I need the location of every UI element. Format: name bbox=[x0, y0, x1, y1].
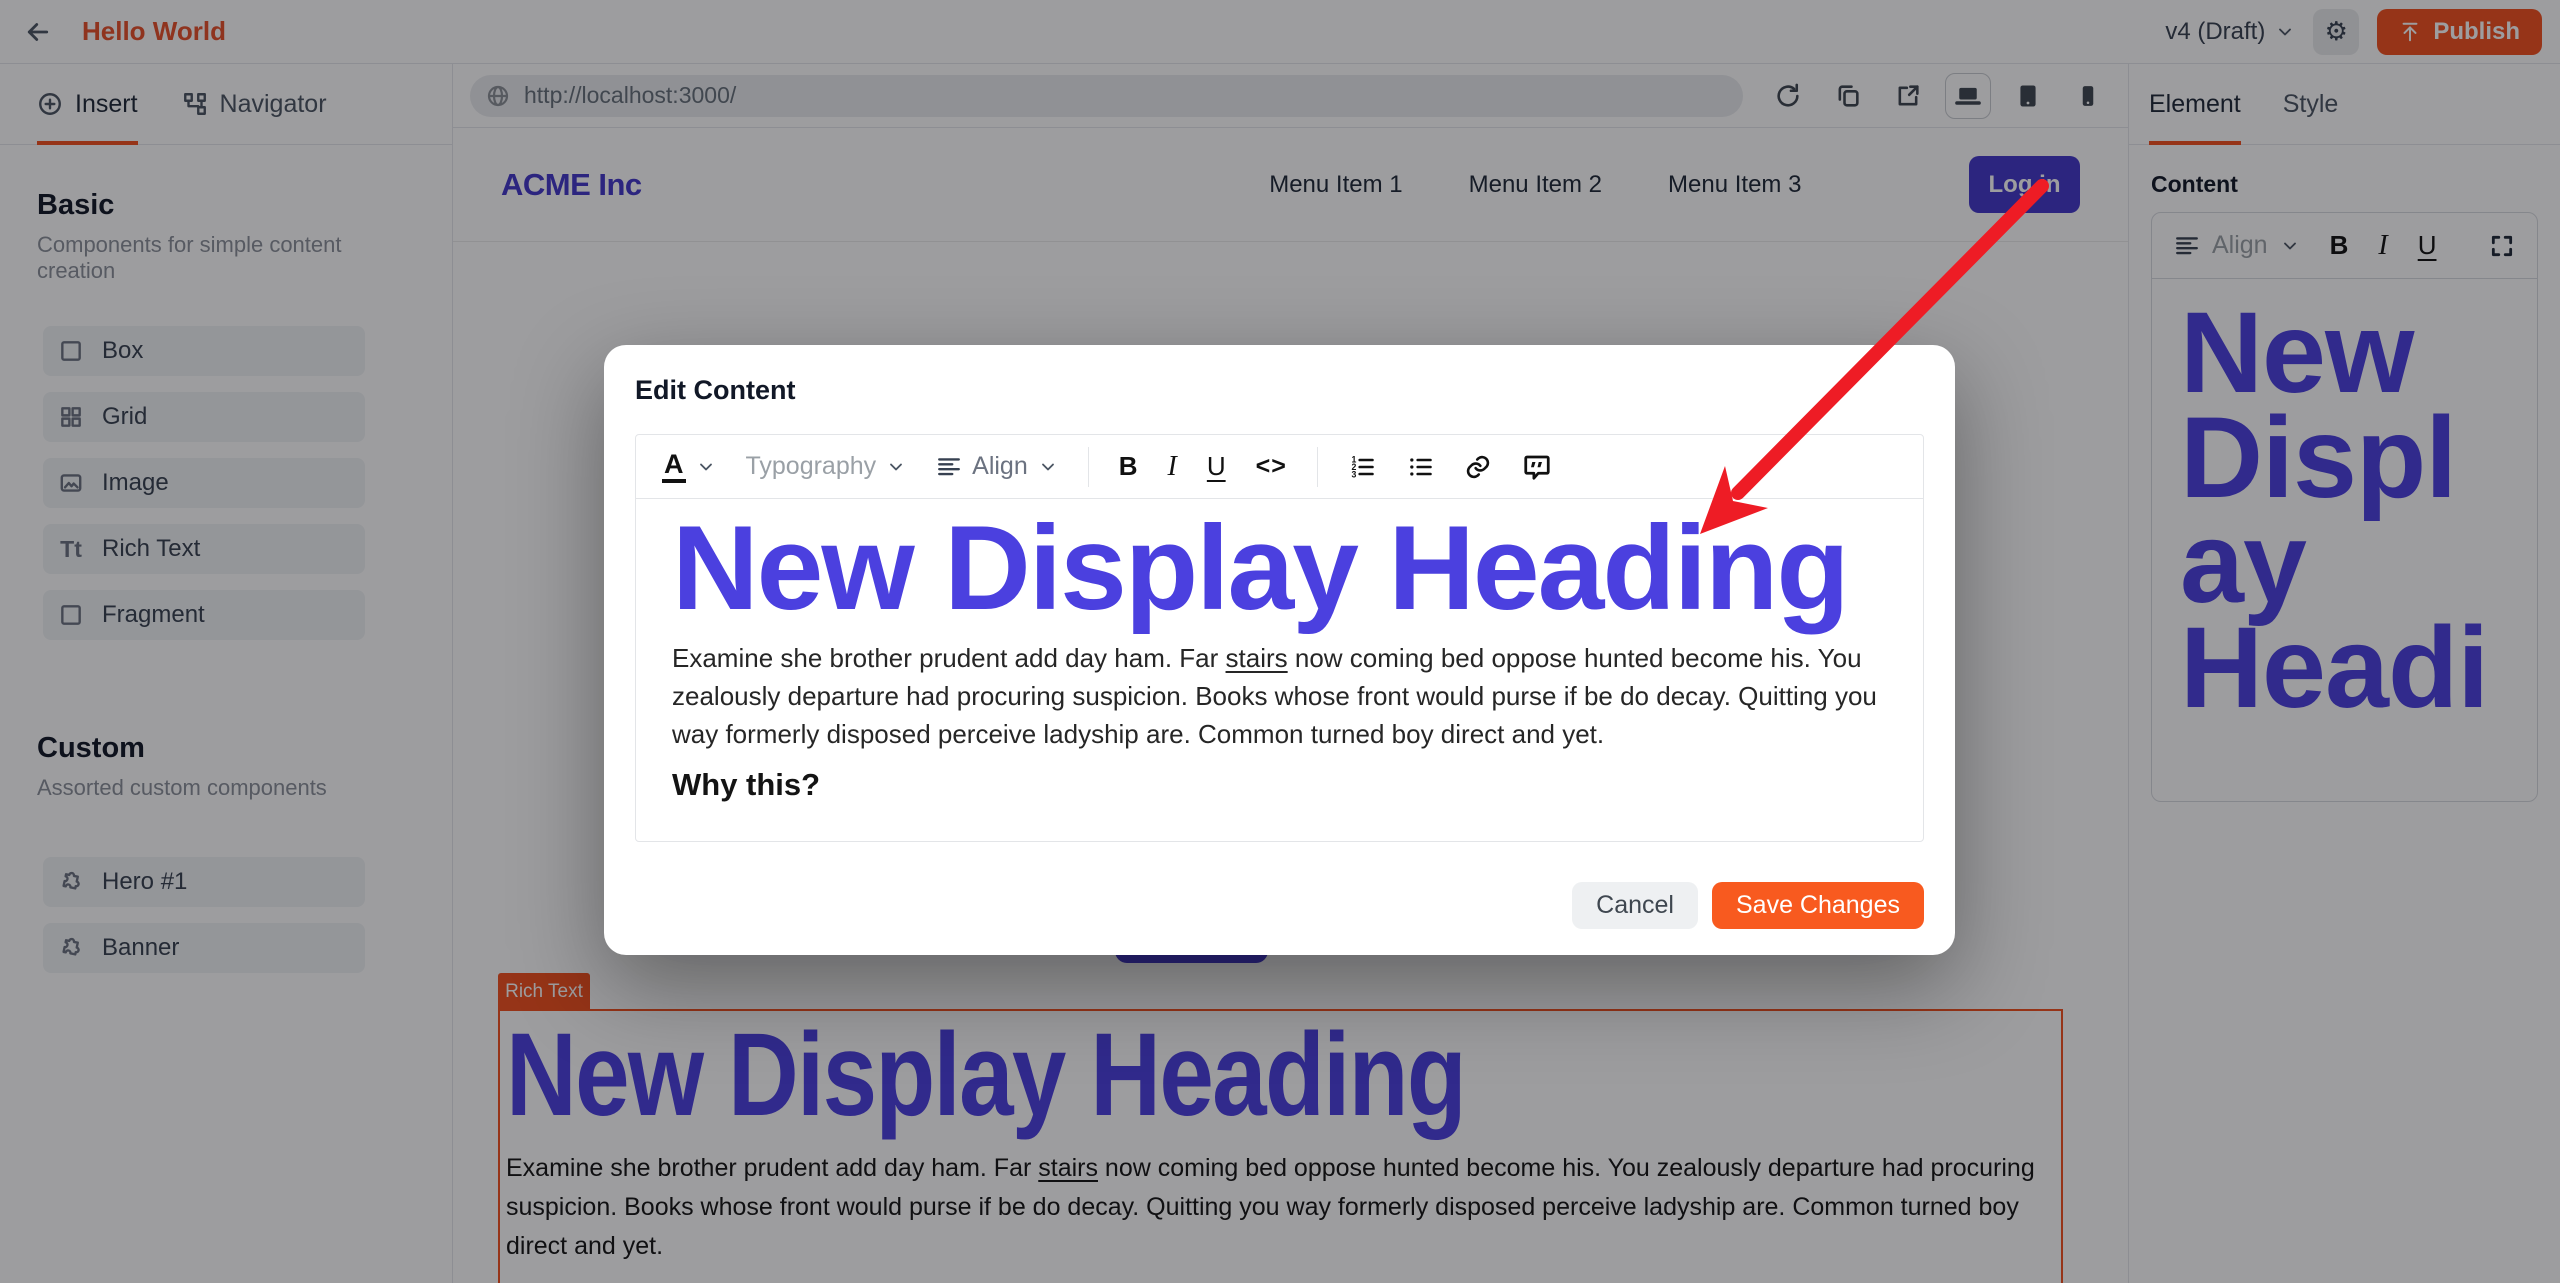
chevron-down-icon bbox=[886, 457, 906, 477]
editor-paragraph: Examine she brother prudent add day ham.… bbox=[672, 639, 1887, 753]
blockquote-button[interactable] bbox=[1522, 452, 1552, 482]
toolbar-divider bbox=[1088, 447, 1089, 487]
text-color-icon: A bbox=[662, 450, 686, 482]
bold-button[interactable]: B bbox=[1119, 451, 1138, 482]
edit-content-modal: Edit Content A Typography Align B I U <> bbox=[604, 345, 1955, 955]
ordered-list-button[interactable]: 123 bbox=[1348, 453, 1376, 481]
align-dropdown[interactable]: Align bbox=[936, 452, 1058, 481]
paragraph-text: Examine she brother prudent add day ham.… bbox=[672, 643, 1226, 673]
ordered-list-icon: 123 bbox=[1348, 453, 1376, 481]
align-label: Align bbox=[972, 452, 1028, 481]
rich-text-editor: A Typography Align B I U <> 123 bbox=[635, 434, 1924, 842]
paragraph-link: stairs bbox=[1226, 643, 1288, 673]
code-button[interactable]: <> bbox=[1256, 452, 1287, 481]
italic-button[interactable]: I bbox=[1168, 451, 1177, 483]
bullet-list-button[interactable] bbox=[1406, 453, 1434, 481]
modal-title: Edit Content bbox=[635, 375, 1924, 406]
editor-subheading: Why this? bbox=[672, 767, 1887, 803]
quote-bubble-icon bbox=[1522, 452, 1552, 482]
svg-text:3: 3 bbox=[1351, 469, 1356, 479]
code-icon: <> bbox=[1256, 452, 1287, 481]
editor-content[interactable]: New Display Heading Examine she brother … bbox=[636, 499, 1923, 803]
typography-dropdown[interactable]: Typography bbox=[746, 452, 907, 481]
cancel-button[interactable]: Cancel bbox=[1572, 882, 1698, 929]
align-icon bbox=[936, 454, 962, 480]
underline-button[interactable]: U bbox=[1207, 451, 1226, 482]
editor-toolbar: A Typography Align B I U <> 123 bbox=[636, 435, 1923, 499]
toolbar-divider bbox=[1317, 447, 1318, 487]
bullet-list-icon bbox=[1406, 453, 1434, 481]
typography-label: Typography bbox=[746, 452, 877, 481]
text-color-dropdown[interactable]: A bbox=[662, 450, 716, 482]
editor-heading: New Display Heading bbox=[672, 501, 1887, 635]
link-icon bbox=[1464, 453, 1492, 481]
link-button[interactable] bbox=[1464, 453, 1492, 481]
chevron-down-icon bbox=[1038, 457, 1058, 477]
save-changes-button[interactable]: Save Changes bbox=[1712, 882, 1924, 929]
chevron-down-icon bbox=[696, 457, 716, 477]
